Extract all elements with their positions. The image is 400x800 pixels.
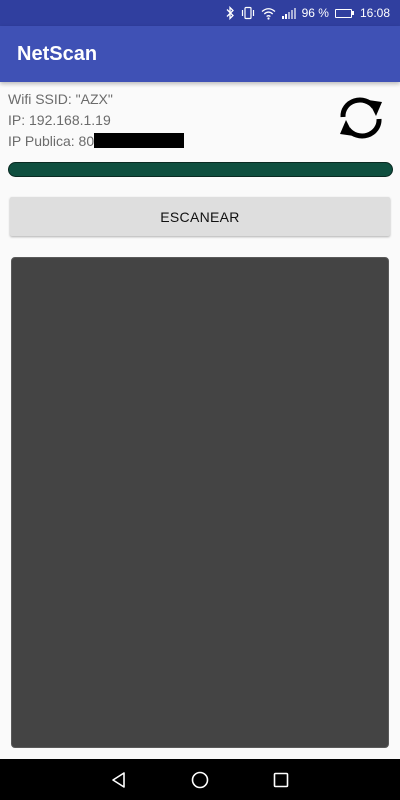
results-panel[interactable] (11, 257, 389, 748)
status-bar: 96 % 16:08 (0, 0, 400, 26)
bluetooth-icon (225, 0, 235, 26)
home-icon[interactable] (190, 770, 210, 790)
battery-percent: 96 % (301, 6, 329, 20)
wifi-icon (261, 0, 276, 26)
public-ip-text: IP Publica: 80 (8, 133, 95, 149)
vibrate-icon (241, 0, 255, 26)
redacted-block (94, 133, 185, 148)
clock: 16:08 (359, 6, 390, 20)
screen: 96 % 16:08 NetScan Wifi SSID: "AZX" IP: … (0, 0, 400, 800)
signal-icon (281, 0, 296, 26)
navigation-bar (0, 759, 400, 800)
wifi-ssid-text: Wifi SSID: "AZX" (8, 91, 113, 107)
recents-icon[interactable] (271, 770, 291, 790)
refresh-button[interactable] (334, 96, 388, 140)
scan-progress-bar (8, 162, 393, 177)
scan-progress-fill (9, 163, 392, 176)
refresh-icon (340, 97, 382, 139)
battery-icon (334, 8, 354, 18)
ip-text: IP: 192.168.1.19 (8, 112, 111, 128)
network-info: Wifi SSID: "AZX" IP: 192.168.1.19 IP Pub… (8, 89, 308, 152)
app-title: NetScan (17, 42, 98, 65)
app-bar: NetScan (0, 26, 400, 82)
scan-button[interactable]: ESCANEAR (10, 197, 390, 236)
back-icon[interactable] (109, 770, 129, 790)
public-ip-row: IP Publica: 80 (8, 131, 308, 152)
